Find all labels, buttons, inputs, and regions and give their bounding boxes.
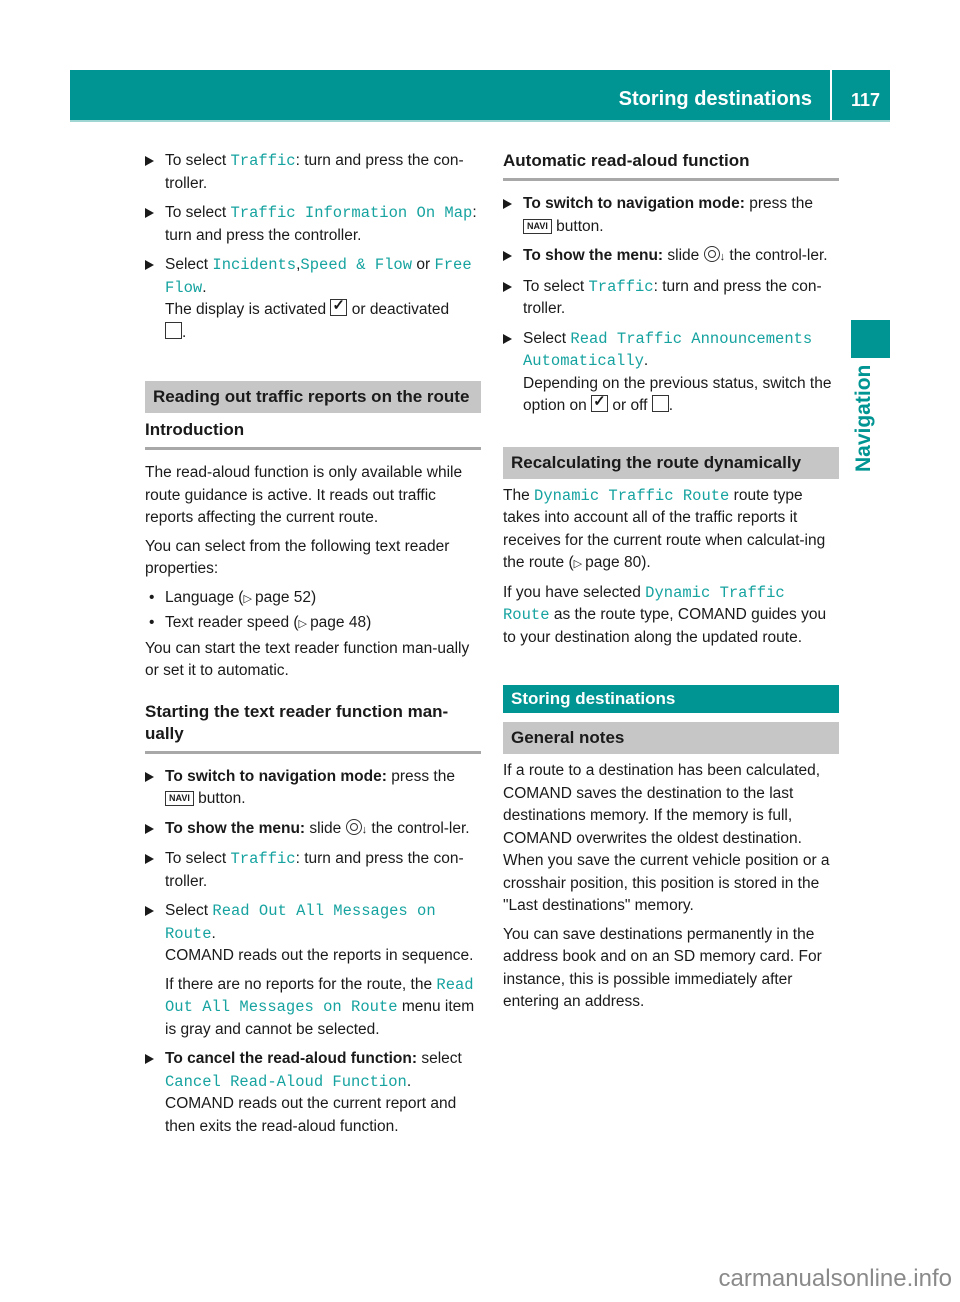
- step-show-menu: To show the menu: slide ↓ the control-le…: [503, 245, 839, 269]
- checkbox-checked-icon: [330, 295, 348, 318]
- step-cancel-read-aloud: To cancel the read-aloud function: selec…: [145, 1048, 481, 1138]
- menu-item-code: Traffic: [230, 850, 296, 868]
- general-paragraph: If a route to a destination has been cal…: [503, 762, 830, 914]
- step-arrow-icon: [145, 906, 154, 916]
- menu-item-code: Traffic Information On Map: [230, 204, 473, 222]
- right-column: Automatic read-aloud function To switch …: [503, 150, 839, 1020]
- page-header: Storing destinations 117: [70, 70, 890, 120]
- menu-item-code: Speed & Flow: [300, 256, 413, 274]
- subheading-manual: Starting the text reader function man-ua…: [145, 701, 481, 754]
- menu-item-code: Traffic: [230, 152, 296, 170]
- section-heading-recalculating: Recalculating the route dynamically: [503, 446, 839, 479]
- step-arrow-icon: [503, 199, 512, 209]
- step-arrow-icon: [145, 260, 154, 270]
- step-arrow-icon: [503, 281, 512, 292]
- step-select-traffic: To select Traffic: turn and press the co…: [503, 276, 839, 321]
- navi-button-icon: NAVI: [165, 791, 194, 806]
- chapter-tab-marker: [851, 320, 890, 358]
- chapter-tab-label: Navigation: [852, 364, 875, 472]
- menu-item-code: Cancel Read-Aloud Function: [165, 1072, 407, 1091]
- watermark: carmanualsonline.info: [718, 1265, 952, 1292]
- step-arrow-icon: [503, 333, 512, 344]
- navi-button-icon: NAVI: [523, 218, 552, 234]
- general-paragraph: You can save destinations permanently in…: [503, 925, 822, 1011]
- step-select-display-mode: Select Incidents,Speed & Flow or Free Fl…: [145, 254, 481, 344]
- header-underline: [70, 120, 890, 122]
- step-arrow-icon: [503, 251, 512, 261]
- step-arrow-icon: [145, 1054, 154, 1064]
- left-column: To select Traffic: turn and press the co…: [145, 150, 481, 1145]
- step-navigation-mode: To switch to navigation mode: press the …: [145, 766, 481, 811]
- step-select-traffic-info-map: To select Traffic Information On Map: tu…: [145, 202, 481, 247]
- recalc-paragraph: If you have selected Dynamic Traffic Rou…: [503, 583, 827, 646]
- page-ref-link[interactable]: page 52: [255, 589, 311, 606]
- step-navigation-mode: To switch to navigation mode: press the …: [503, 193, 839, 238]
- step-read-automatically: Select Read Traffic Announcements Automa…: [503, 328, 839, 418]
- page-ref-arrow-icon: ▷: [298, 618, 311, 630]
- step-select-traffic: To select Traffic: turn and press the co…: [145, 848, 481, 893]
- step-arrow-icon: [145, 771, 154, 782]
- section-heading-general-notes: General notes: [503, 722, 839, 754]
- header-divider: [830, 70, 832, 120]
- subheading-automatic: Automatic read-aloud function: [503, 150, 839, 181]
- menu-item-code: Traffic: [588, 277, 654, 296]
- subheading-introduction: Introduction: [145, 419, 481, 450]
- controller-icon: [345, 818, 362, 835]
- page-number: 117: [850, 90, 880, 110]
- list-item-reader-speed: Text reader speed (▷ page 48): [145, 612, 481, 636]
- step-arrow-icon: [145, 854, 154, 864]
- checkbox-unchecked-icon: [165, 321, 182, 339]
- section-heading-storing: Storing destinations: [503, 685, 839, 713]
- page-ref-link[interactable]: page 48: [310, 614, 366, 631]
- intro-paragraph: You can select from the following text r…: [145, 537, 450, 578]
- page-ref-arrow-icon: ▷: [243, 592, 255, 605]
- section-heading-reading-out: Reading out traffic reports on the route: [145, 381, 481, 413]
- checkbox-checked-icon: [591, 391, 609, 414]
- intro-paragraph: The read-aloud function is only availabl…: [145, 464, 463, 526]
- menu-item-code: Incidents: [212, 256, 297, 274]
- list-item-language: Language (▷ page 52): [145, 587, 481, 611]
- header-title: Storing destinations: [618, 88, 812, 110]
- intro-paragraph: You can start the text reader function m…: [145, 639, 470, 680]
- step-arrow-icon: [145, 823, 154, 834]
- step-select-traffic: To select Traffic: turn and press the co…: [145, 150, 481, 195]
- step-arrow-icon: [145, 156, 154, 166]
- menu-item-code: Dynamic Traffic Route: [534, 486, 730, 505]
- checkbox-unchecked-icon: [651, 395, 669, 412]
- step-show-menu: To show the menu: slide ↓ the control-le…: [145, 818, 481, 842]
- controller-icon: [703, 246, 720, 262]
- recalc-paragraph: The Dynamic Traffic Route route type tak…: [503, 486, 826, 572]
- page-ref-arrow-icon: ▷: [573, 558, 586, 570]
- page-ref-link[interactable]: page 80: [585, 554, 641, 571]
- step-arrow-icon: [145, 208, 154, 218]
- step-read-out-all: Select Read Out All Messages on Route. C…: [145, 900, 481, 1041]
